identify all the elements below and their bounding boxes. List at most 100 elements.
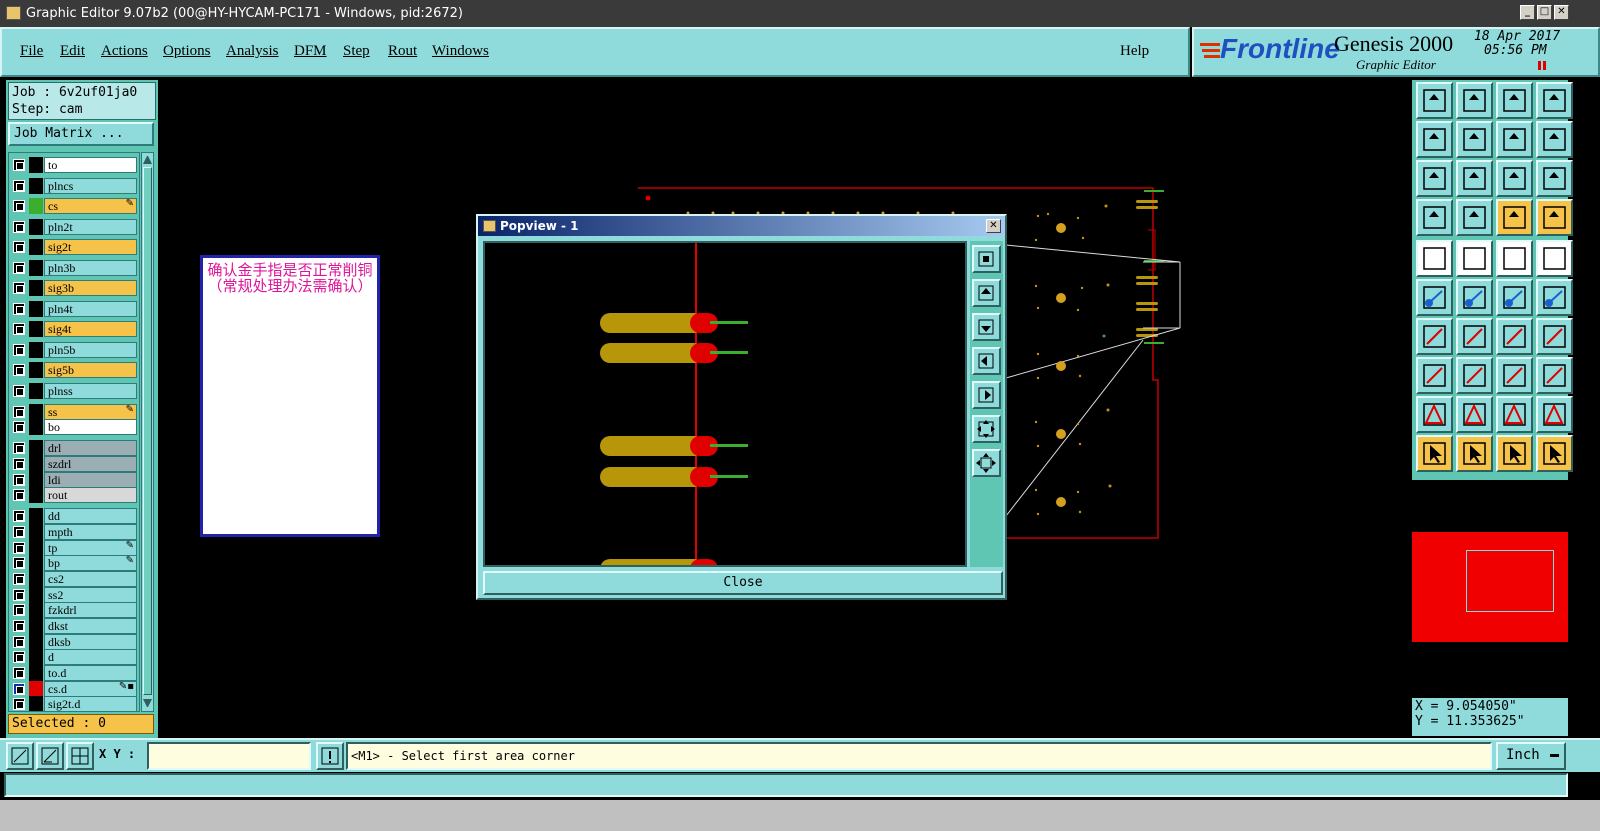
layer-scrollbar[interactable]: [141, 152, 154, 712]
layer-name[interactable]: sig4t: [44, 321, 137, 337]
layer-name[interactable]: mpth: [44, 524, 137, 540]
measure-icon[interactable]: [1416, 199, 1453, 236]
layer-checkbox[interactable]: [13, 241, 25, 253]
drill-icon[interactable]: [1456, 199, 1493, 236]
layer-name[interactable]: pln4t: [44, 301, 137, 317]
layer-name[interactable]: sig2t.d: [44, 696, 137, 711]
scroll-thumb[interactable]: [143, 167, 152, 695]
layer-row[interactable]: bp ✎: [11, 555, 139, 571]
layer-checkbox[interactable]: [13, 667, 25, 679]
layer-row[interactable]: mpth: [11, 524, 139, 540]
layer-checkbox[interactable]: [13, 458, 25, 470]
popview-pan-up-icon[interactable]: [972, 279, 1001, 307]
layer-row[interactable]: to: [11, 157, 139, 173]
layer-row[interactable]: dksb: [11, 634, 139, 650]
layer-name[interactable]: drl: [44, 440, 137, 456]
xy-input[interactable]: [147, 742, 311, 770]
layer-row[interactable]: ss ✎: [11, 404, 139, 420]
maximize-button[interactable]: □: [1537, 5, 1552, 20]
cross-icon[interactable]: [1456, 279, 1493, 316]
minimap[interactable]: [1412, 478, 1568, 696]
layer-name[interactable]: pln3b: [44, 260, 137, 276]
layer-name[interactable]: dksb: [44, 634, 137, 650]
menu-windows[interactable]: Windows: [432, 43, 489, 60]
path-icon[interactable]: [1536, 435, 1573, 472]
layer-checkbox[interactable]: [13, 683, 25, 695]
layer-name[interactable]: ss2: [44, 587, 137, 603]
layer-name[interactable]: sig3b: [44, 280, 137, 296]
layer-row[interactable]: to.d: [11, 665, 139, 681]
layer-checkbox[interactable]: [13, 542, 25, 554]
layer-checkbox[interactable]: [13, 604, 25, 616]
layer-checkbox[interactable]: [13, 489, 25, 501]
layer-checkbox[interactable]: [13, 557, 25, 569]
zoom-down-icon[interactable]: [1456, 82, 1493, 119]
layer-name[interactable]: bp: [44, 555, 137, 571]
layer-row[interactable]: ldi: [11, 472, 139, 488]
hline-icon[interactable]: [1456, 357, 1493, 394]
layer-row[interactable]: sig4t: [11, 321, 139, 337]
layer-name[interactable]: cs: [44, 198, 137, 214]
layer-name[interactable]: d: [44, 649, 137, 665]
zoom-fit-icon[interactable]: [1416, 160, 1453, 197]
layer-color-swatch[interactable]: [29, 280, 43, 296]
triangle-c-icon[interactable]: [1536, 396, 1573, 433]
menu-help[interactable]: Help: [1120, 43, 1149, 60]
layer-checkbox[interactable]: [13, 421, 25, 433]
layer-row[interactable]: plncs: [11, 178, 139, 194]
move-icon[interactable]: [1496, 279, 1533, 316]
link-icon[interactable]: [1536, 279, 1573, 316]
popview-pan-down-icon[interactable]: [972, 313, 1001, 341]
layer-row[interactable]: szdrl: [11, 456, 139, 472]
layer-checkbox[interactable]: [13, 282, 25, 294]
menu-actions[interactable]: Actions: [101, 43, 148, 60]
menu-dfm[interactable]: DFM: [294, 43, 327, 60]
layer-color-swatch[interactable]: [29, 602, 43, 618]
layer-name[interactable]: sig5b: [44, 362, 137, 378]
minimize-button[interactable]: _: [1520, 5, 1535, 20]
layer-checkbox[interactable]: [13, 474, 25, 486]
layer-color-swatch[interactable]: [29, 440, 43, 456]
layer-row[interactable]: sig2t.d: [11, 696, 139, 711]
popview-close-button[interactable]: Close: [483, 571, 1003, 595]
pointer-cross-icon[interactable]: [1496, 435, 1533, 472]
layer-row[interactable]: sig5b: [11, 362, 139, 378]
layer-color-swatch[interactable]: [29, 342, 43, 358]
dot-icon[interactable]: [1536, 240, 1573, 277]
layer-row[interactable]: pln5b: [11, 342, 139, 358]
layer-row[interactable]: rout: [11, 487, 139, 503]
layer-name[interactable]: dkst: [44, 618, 137, 634]
help-icon[interactable]: [1536, 160, 1573, 197]
layer-checkbox[interactable]: [13, 221, 25, 233]
pan-right-icon[interactable]: [1456, 121, 1493, 158]
layer-checkbox[interactable]: [13, 364, 25, 376]
popview-pan-right-icon[interactable]: [972, 381, 1001, 409]
zoom-window-icon[interactable]: [1536, 82, 1573, 119]
menu-options[interactable]: Options: [163, 43, 211, 60]
layer-checkbox[interactable]: [13, 620, 25, 632]
job-matrix-button[interactable]: Job Matrix ...: [8, 122, 154, 146]
menu-rout[interactable]: Rout: [388, 43, 417, 60]
layer-name[interactable]: pln5b: [44, 342, 137, 358]
user-icon[interactable]: [1536, 357, 1573, 394]
split-view-icon[interactable]: [1496, 121, 1533, 158]
layer-color-swatch[interactable]: [29, 260, 43, 276]
layer-row[interactable]: plnss: [11, 383, 139, 399]
popview-pan-left-icon[interactable]: [972, 347, 1001, 375]
popview-canvas[interactable]: [483, 241, 967, 579]
layer-name[interactable]: to.d: [44, 665, 137, 681]
layer-row[interactable]: bo: [11, 419, 139, 435]
layer-name[interactable]: plnss: [44, 383, 137, 399]
slash-icon[interactable]: [1456, 240, 1493, 277]
popview-zoom-out-icon[interactable]: [972, 449, 1001, 477]
zoom-center-icon[interactable]: [1456, 160, 1493, 197]
alert-icon[interactable]: [316, 742, 344, 770]
layer-color-swatch[interactable]: [29, 198, 43, 214]
layer-row[interactable]: ss2: [11, 587, 139, 603]
layer-name[interactable]: cs2: [44, 571, 137, 587]
triangle-icon[interactable]: [1416, 396, 1453, 433]
grid-icon[interactable]: [66, 742, 94, 770]
layer-checkbox[interactable]: [13, 636, 25, 648]
popview-zoom-in-icon[interactable]: [972, 245, 1001, 273]
layer-row[interactable]: dkst: [11, 618, 139, 634]
